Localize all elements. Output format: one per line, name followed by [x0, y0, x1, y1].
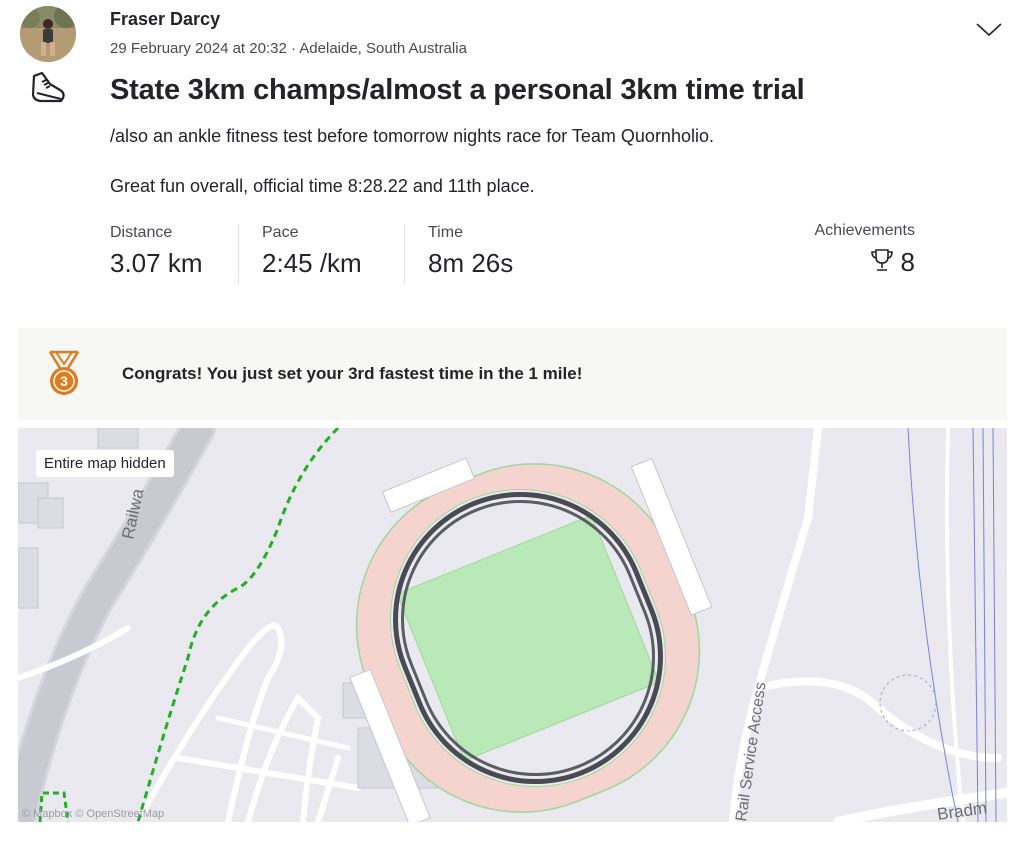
map-attribution[interactable]: © Mapbox © OpenStreetMap	[22, 808, 164, 820]
athlete-name[interactable]: Fraser Darcy	[110, 9, 220, 30]
stat-value: 8m 26s	[428, 248, 514, 278]
street-label: Rail Service Access	[733, 681, 769, 822]
stat-value: 2:45 /km	[262, 248, 362, 278]
stat-label: Distance	[110, 224, 173, 241]
activity-map[interactable]: Railwa Rail Service Access Bradm Entire …	[18, 428, 1007, 822]
map-hidden-label: Entire map hidden	[36, 450, 174, 477]
stat-label: Pace	[262, 224, 299, 241]
bronze-medal-icon: 3	[44, 350, 84, 398]
stat-label: Achievements	[814, 222, 916, 239]
stat-distance: Distance 3.07 km	[110, 224, 203, 279]
achievement-text: Congrats! You just set your 3rd fastest …	[122, 364, 583, 383]
stat-label: Time	[428, 224, 463, 241]
chevron-down-icon[interactable]	[974, 18, 1004, 40]
stat-pace: Pace 2:45 /km	[262, 224, 362, 279]
activity-title[interactable]: State 3km champs/almost a personal 3km t…	[110, 74, 805, 107]
achievement-banner[interactable]: 3 Congrats! You just set your 3rd fastes…	[18, 328, 1007, 420]
stat-divider	[238, 224, 239, 284]
avatar[interactable]	[20, 6, 76, 62]
activity-description-line: Great fun overall, official time 8:28.22…	[110, 176, 535, 196]
stat-value: 8	[900, 247, 915, 277]
trophy-icon	[869, 247, 895, 278]
stat-time: Time 8m 26s	[428, 224, 513, 279]
activity-description-line: /also an ankle fitness test before tomor…	[110, 126, 714, 146]
medal-number: 3	[60, 373, 68, 389]
stat-value: 3.07 km	[110, 248, 203, 278]
stat-achievements[interactable]: Achievements 8	[815, 222, 916, 278]
shoe-icon	[28, 70, 68, 106]
stat-divider	[404, 224, 405, 284]
activity-date-location: 29 February 2024 at 20:32 · Adelaide, So…	[110, 40, 467, 57]
